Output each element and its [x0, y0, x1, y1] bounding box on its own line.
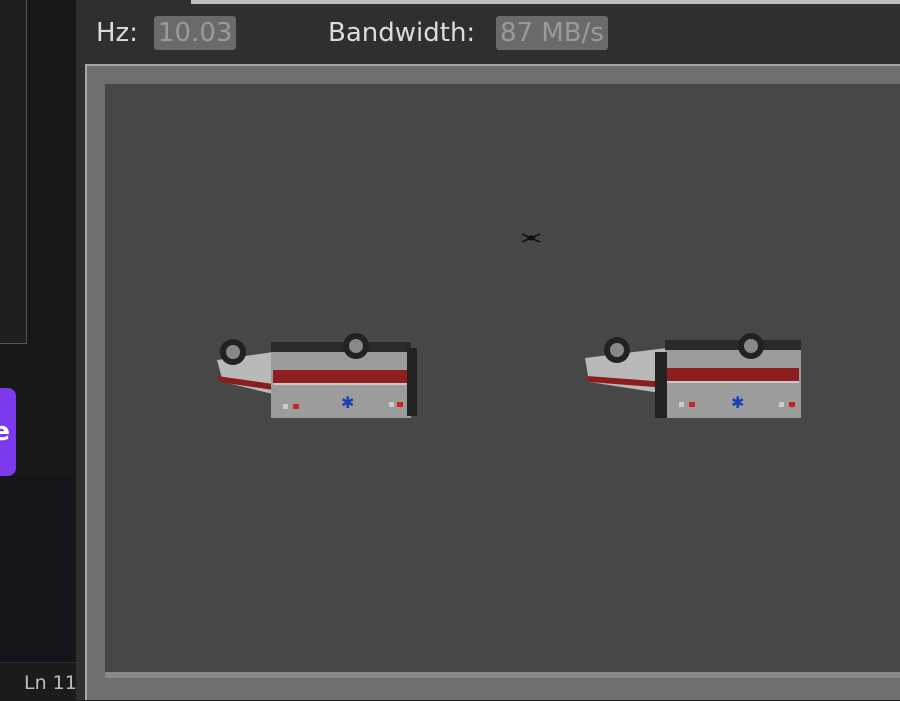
- svg-text:✱: ✱: [341, 393, 354, 412]
- background-terminal-area: [0, 476, 72, 662]
- background-editor-panel: e Ln 11: [0, 0, 76, 701]
- partial-action-button[interactable]: e: [0, 388, 16, 476]
- viewport-bottom-edge: [105, 672, 900, 678]
- overturned-ambulance-left: ✱: [217, 333, 417, 418]
- bandwidth-label: Bandwidth:: [328, 18, 476, 48]
- hz-label: Hz:: [96, 18, 138, 48]
- hz-value: 10.03: [154, 16, 237, 50]
- bandwidth-value: 87 MB/s: [496, 16, 608, 50]
- background-side-panel: [0, 0, 27, 344]
- window-top-edge: [191, 0, 900, 4]
- drone-icon: [521, 233, 541, 243]
- image-view-frame: ✱ ✱: [85, 64, 900, 700]
- partial-action-button-label: e: [0, 417, 10, 447]
- overturned-ambulance-right: ✱: [585, 333, 801, 418]
- svg-text:✱: ✱: [731, 393, 744, 412]
- camera-image-viewport[interactable]: ✱ ✱: [105, 84, 900, 676]
- camera-viewer-window: Hz: 10.03 Bandwidth: 87 MB/s ✱ ✱: [76, 0, 900, 700]
- cursor-position-status[interactable]: Ln 11: [24, 672, 76, 694]
- stream-stats-row: Hz: 10.03 Bandwidth: 87 MB/s: [76, 8, 900, 58]
